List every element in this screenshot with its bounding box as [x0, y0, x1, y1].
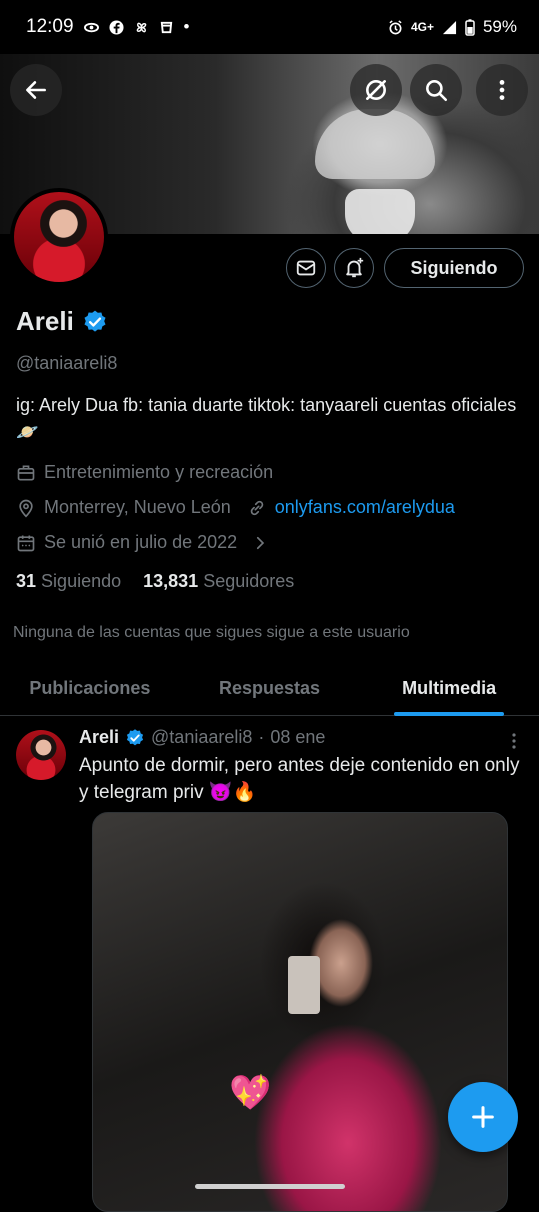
post-avatar[interactable]: [16, 730, 66, 780]
profile-name: Areli: [16, 306, 74, 336]
joined-row[interactable]: Se unió en julio de 2022: [16, 532, 269, 553]
following-label: Siguiendo: [41, 571, 122, 591]
grok-button[interactable]: [350, 64, 402, 116]
verified-badge-icon: [126, 728, 144, 745]
notification-dot: •: [183, 17, 190, 36]
home-indicator[interactable]: [195, 1184, 345, 1189]
profile-joined-date: Se unió en julio de 2022: [44, 532, 238, 552]
profile-location: Monterrey, Nuevo León: [44, 497, 231, 517]
plus-icon: [472, 1106, 494, 1128]
tab-posts[interactable]: Publicaciones: [0, 660, 180, 715]
phone-in-image: [288, 956, 320, 1014]
back-button[interactable]: [10, 64, 62, 116]
following-count: 31: [16, 571, 37, 591]
message-button[interactable]: [286, 248, 326, 288]
search-icon: [426, 80, 448, 102]
profile-avatar[interactable]: [10, 188, 108, 286]
pinwheel-icon: [136, 22, 146, 32]
link-icon: [250, 500, 264, 515]
search-button[interactable]: [410, 64, 462, 116]
post-header: Areli @taniaareli8 · 08 ene: [79, 727, 325, 748]
compose-post-button[interactable]: [448, 1082, 518, 1152]
post-author-name[interactable]: Areli: [79, 727, 119, 748]
post-more-icon[interactable]: [505, 730, 523, 752]
follow-counts: 31 Siguiendo 13,831 Seguidores: [16, 571, 294, 592]
profile-tabs: Publicaciones Respuestas Multimedia: [0, 660, 539, 716]
profile-bio: ig: Arely Dua fb: tania duarte tiktok: t…: [16, 395, 517, 442]
bell-plus-icon: [346, 257, 364, 278]
cup-icon: [160, 21, 172, 33]
status-bar: 12:09 • 4G+ 59%: [0, 0, 539, 54]
banner-image-detail: [345, 189, 415, 234]
more-options-button[interactable]: [476, 64, 528, 116]
chevron-right-icon: [257, 536, 265, 549]
notifications-button[interactable]: [334, 248, 374, 288]
facebook-icon: [109, 19, 124, 35]
tab-media[interactable]: Multimedia: [359, 660, 539, 715]
envelope-icon: [296, 260, 316, 276]
hearts-sticker: 💖: [229, 1074, 272, 1112]
status-time: 12:09: [26, 16, 74, 37]
grok-icon: [366, 80, 386, 100]
post-text: Apunto de dormir, pero antes deje conten…: [79, 755, 520, 803]
battery-level: 59%: [482, 17, 517, 36]
profile-category: Entretenimiento y recreación: [44, 462, 274, 482]
location-row: Monterrey, Nuevo León onlyfans.com/arely…: [16, 497, 455, 518]
profile-handle: @taniaareli8: [16, 353, 118, 373]
followers-count: 13,831: [143, 571, 199, 591]
profile-website-link[interactable]: onlyfans.com/arelydua: [275, 497, 455, 518]
calendar-icon: [17, 535, 35, 551]
verified-badge-icon: [84, 310, 106, 332]
followers-count-link[interactable]: 13,831 Seguidores: [143, 571, 294, 592]
profile-name-row: Areli: [16, 306, 108, 337]
more-vertical-icon: [499, 80, 505, 100]
tab-replies[interactable]: Respuestas: [180, 660, 360, 715]
following-button[interactable]: Siguiendo: [384, 248, 524, 288]
post-media-image[interactable]: 💖: [92, 812, 508, 1212]
battery-icon: [465, 18, 475, 36]
banner-image-detail: [315, 109, 435, 179]
post-author-handle: @taniaareli8: [151, 727, 253, 747]
post-date: 08 ene: [270, 727, 326, 747]
mutual-followers-note: Ninguna de las cuentas que sigues sigue …: [13, 624, 410, 641]
arrow-left-icon: [26, 81, 46, 99]
network-type: 4G+: [410, 20, 434, 34]
alarm-icon: [389, 19, 402, 34]
location-pin-icon: [19, 499, 33, 518]
signal-icon: [442, 20, 457, 34]
following-count-link[interactable]: 31 Siguiendo: [16, 571, 121, 592]
category-row: Entretenimiento y recreación: [16, 462, 273, 483]
eye-icon: [83, 22, 99, 32]
post-separator: ·: [258, 727, 265, 747]
followers-label: Seguidores: [203, 571, 295, 591]
briefcase-icon: [17, 465, 35, 480]
